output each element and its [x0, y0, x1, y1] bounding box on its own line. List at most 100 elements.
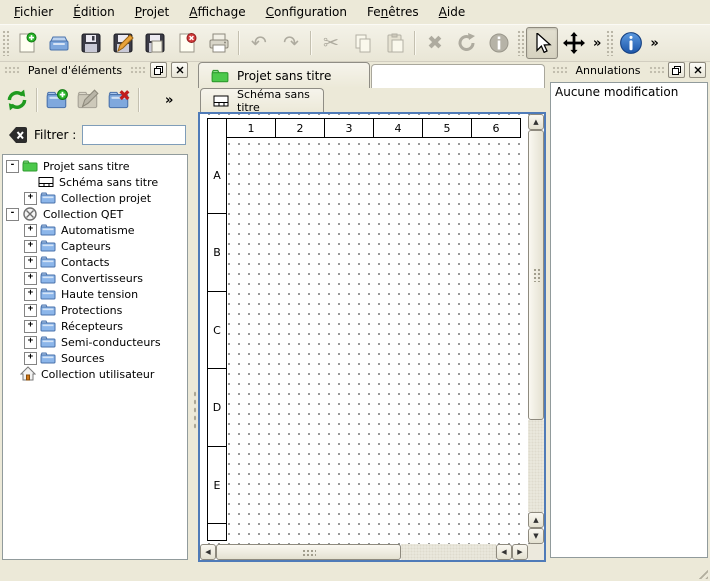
- undo-button[interactable]: ↶: [243, 27, 275, 59]
- menu-aide[interactable]: Aide: [431, 3, 474, 21]
- clear-filter-icon[interactable]: [8, 126, 28, 144]
- cut-button[interactable]: ✂: [315, 27, 347, 59]
- column-header: 1: [226, 118, 276, 138]
- expander-icon[interactable]: [24, 272, 37, 285]
- delete-category-button[interactable]: [104, 85, 134, 115]
- save-as-button[interactable]: [107, 27, 139, 59]
- tree-item-automatisme[interactable]: Automatisme: [3, 222, 187, 238]
- tree-item-sources[interactable]: Sources: [3, 350, 187, 366]
- close-file-button[interactable]: [171, 27, 203, 59]
- new-document-button[interactable]: [11, 27, 43, 59]
- element-info-button[interactable]: [483, 27, 515, 59]
- toolbar-overflow-button[interactable]: »: [590, 36, 604, 51]
- expander-icon[interactable]: [6, 160, 19, 173]
- expander-icon[interactable]: [24, 192, 37, 205]
- paste-button[interactable]: [379, 27, 411, 59]
- scroll-left-icon[interactable]: ◀: [496, 544, 512, 560]
- tree-item-schema[interactable]: Schéma sans titre: [3, 174, 187, 190]
- move-icon: [563, 32, 585, 54]
- tree-item-semi-conducteurs[interactable]: Semi-conducteurs: [3, 334, 187, 350]
- scroll-down-icon[interactable]: ▼: [528, 528, 544, 544]
- move-mode-button[interactable]: [558, 27, 590, 59]
- expander-icon[interactable]: [24, 320, 37, 333]
- expander-icon[interactable]: [24, 240, 37, 253]
- tree-item-collection-utilisateur[interactable]: Collection utilisateur: [3, 366, 187, 382]
- tree-item-haute-tension[interactable]: Haute tension: [3, 286, 187, 302]
- vertical-scrollbar-track[interactable]: [528, 420, 544, 512]
- expander-icon[interactable]: [24, 256, 37, 269]
- scroll-right-icon[interactable]: ▶: [512, 544, 528, 560]
- tree-item-collection-projet[interactable]: Collection projet: [3, 190, 187, 206]
- print-icon: [208, 32, 230, 54]
- tree-item-convertisseurs[interactable]: Convertisseurs: [3, 270, 187, 286]
- toolbar-grip[interactable]: [606, 30, 613, 56]
- scroll-up-icon[interactable]: ▲: [528, 512, 544, 528]
- select-mode-button[interactable]: [526, 27, 558, 59]
- vertical-scrollbar[interactable]: ▲ ▲ ▼: [528, 114, 544, 544]
- tree-item-label: Semi-conducteurs: [61, 336, 161, 349]
- float-dock-button[interactable]: [668, 62, 685, 78]
- expander-icon[interactable]: [24, 224, 37, 237]
- print-button[interactable]: [203, 27, 235, 59]
- tree-item-capteurs[interactable]: Capteurs: [3, 238, 187, 254]
- expander-icon[interactable]: [6, 208, 19, 221]
- folder-icon: [40, 238, 56, 254]
- rotate-button[interactable]: [451, 27, 483, 59]
- toolbar-grip[interactable]: [517, 30, 524, 56]
- scroll-left-icon[interactable]: ◀: [200, 544, 216, 560]
- redo-icon: ↷: [283, 34, 299, 53]
- diagram-info-button[interactable]: [615, 27, 647, 59]
- expander-icon[interactable]: [24, 336, 37, 349]
- filter-input[interactable]: [82, 125, 186, 145]
- elements-panel-titlebar[interactable]: Panel d'éléments: [2, 60, 190, 80]
- expander-icon[interactable]: [24, 288, 37, 301]
- dock-grip: [4, 66, 20, 74]
- panel-toolbar-overflow-button[interactable]: »: [162, 93, 176, 108]
- reload-collections-button[interactable]: [2, 85, 32, 115]
- close-dock-button[interactable]: [171, 62, 188, 78]
- toolbar-overflow-button[interactable]: »: [647, 36, 661, 51]
- save-all-button[interactable]: [139, 27, 171, 59]
- diagram-view[interactable]: 1 2 3 4 5 6 A B C D E ▲ ▲ ▼: [198, 112, 546, 562]
- resize-grip-icon[interactable]: [695, 566, 708, 579]
- tab-project[interactable]: Projet sans titre: [198, 62, 370, 88]
- scroll-up-icon[interactable]: ▲: [528, 114, 544, 130]
- horizontal-scrollbar-thumb[interactable]: [216, 544, 401, 560]
- expander-icon[interactable]: [24, 304, 37, 317]
- rotate-icon: [456, 32, 478, 54]
- tree-item-protections[interactable]: Protections: [3, 302, 187, 318]
- delete-button[interactable]: ✖: [419, 27, 451, 59]
- folder-icon: [40, 254, 56, 270]
- float-dock-button[interactable]: [150, 62, 167, 78]
- redo-button[interactable]: ↷: [275, 27, 307, 59]
- undo-panel-titlebar[interactable]: Annulations: [550, 60, 708, 80]
- menu-affichage[interactable]: Affichage: [181, 3, 253, 21]
- tree-item-label: Contacts: [61, 256, 110, 269]
- open-project-button[interactable]: [43, 27, 75, 59]
- expander-icon[interactable]: [24, 352, 37, 365]
- edit-category-button[interactable]: [73, 85, 103, 115]
- new-category-button[interactable]: [42, 85, 72, 115]
- save-button[interactable]: [75, 27, 107, 59]
- undo-history-list[interactable]: Aucune modification: [550, 82, 708, 558]
- undo-icon: ↶: [251, 34, 267, 53]
- folder-plus-icon: [45, 88, 69, 112]
- vertical-scrollbar-thumb[interactable]: [528, 130, 544, 420]
- menu-edition[interactable]: Édition: [65, 3, 123, 21]
- menu-configuration[interactable]: Configuration: [258, 3, 355, 21]
- tab-schema[interactable]: Schéma sans titre: [200, 88, 324, 112]
- diagram-canvas[interactable]: 1 2 3 4 5 6 A B C D E ▲ ▲ ▼: [200, 114, 544, 560]
- tree-item-contacts[interactable]: Contacts: [3, 254, 187, 270]
- menu-projet[interactable]: Projet: [127, 3, 177, 21]
- horizontal-scrollbar-track[interactable]: [401, 544, 496, 560]
- tree-item-recepteurs[interactable]: Récepteurs: [3, 318, 187, 334]
- close-dock-button[interactable]: [689, 62, 706, 78]
- menu-fenetres[interactable]: Fenêtres: [359, 3, 427, 21]
- menu-fichier[interactable]: Fichier: [6, 3, 61, 21]
- tree-item-collection-qet[interactable]: Collection QET: [3, 206, 187, 222]
- toolbar-grip[interactable]: [2, 30, 9, 56]
- tree-item-projet[interactable]: Projet sans titre: [3, 158, 187, 174]
- horizontal-scrollbar[interactable]: ◀ ◀ ▶: [200, 544, 528, 560]
- copy-button[interactable]: [347, 27, 379, 59]
- elements-panel-title: Panel d'éléments: [24, 64, 126, 77]
